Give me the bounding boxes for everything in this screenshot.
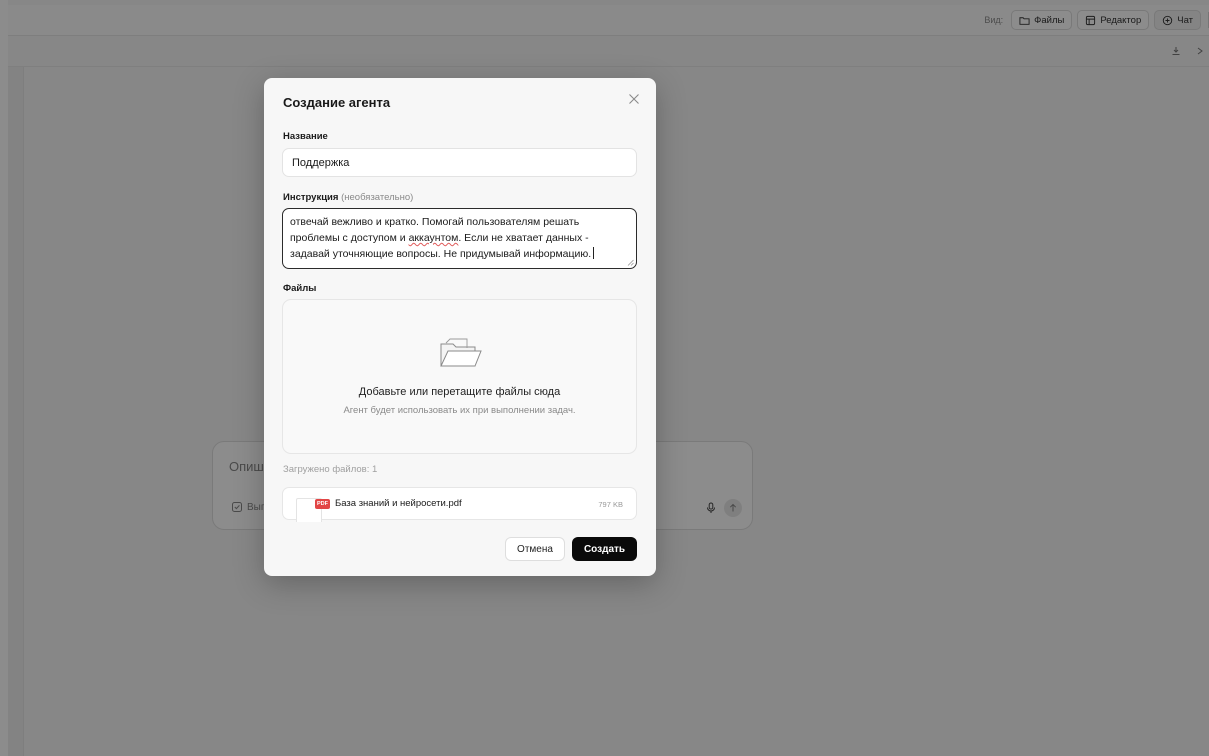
create-button[interactable]: Создать — [572, 537, 637, 561]
text-caret — [593, 247, 595, 259]
pdf-icon: PDF — [315, 499, 330, 509]
instruction-label: Инструкция (необязательно) — [283, 192, 413, 203]
files-label: Файлы — [283, 283, 317, 294]
instruction-textarea[interactable]: отвечай вежливо и кратко. Помогай пользо… — [282, 208, 637, 269]
name-input[interactable] — [282, 148, 637, 177]
create-agent-dialog: Создание агента Название Инструкция (нео… — [264, 78, 656, 576]
open-folder-icon — [440, 338, 482, 367]
name-label: Название — [283, 131, 328, 142]
dropzone-subtitle: Агент будет использовать их при выполнен… — [343, 405, 576, 416]
instruction-label-text: Инструкция — [283, 192, 339, 203]
cancel-button[interactable]: Отмена — [505, 537, 565, 561]
file-dropzone[interactable]: Добавьте или перетащите файлы сюда Агент… — [282, 299, 637, 454]
dialog-title: Создание агента — [283, 95, 391, 110]
file-name: База знаний и нейросети.pdf — [335, 498, 462, 509]
instruction-misspelled-word: аккаунтом — [408, 232, 459, 244]
uploaded-file-item[interactable]: PDF База знаний и нейросети.pdf 797 KB — [282, 487, 637, 522]
instruction-optional-hint: (необязательно) — [341, 192, 414, 203]
uploaded-count: Загружено файлов: 1 — [283, 464, 378, 475]
dropzone-title: Добавьте или перетащите файлы сюда — [358, 386, 561, 398]
close-button[interactable] — [626, 91, 642, 107]
close-icon — [629, 94, 639, 104]
file-size: 797 KB — [598, 500, 623, 509]
resize-grip-icon[interactable] — [627, 259, 634, 266]
